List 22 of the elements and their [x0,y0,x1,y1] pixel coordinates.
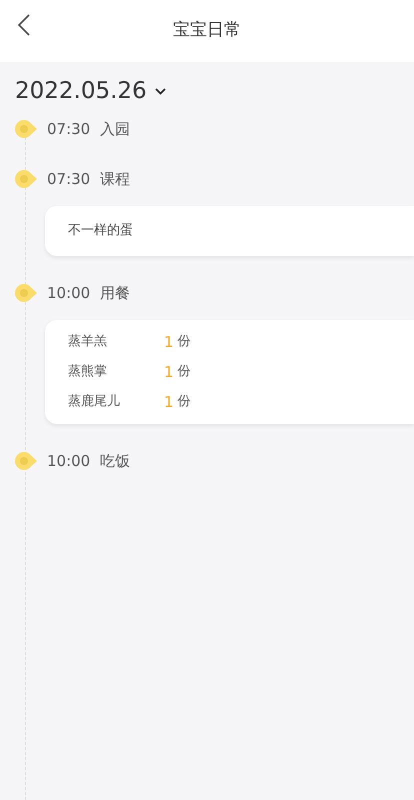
dish-name: 蒸羊羔 [68,333,108,352]
dish-quantity: 1 [164,392,174,413]
dish-unit: 份 [178,363,191,382]
dish-name: 蒸鹿尾儿 [68,393,121,412]
dish-unit: 份 [178,333,191,352]
event-time: 10:00 [47,282,90,304]
event-title: 课程 [100,168,130,190]
event-time: 07:30 [47,168,90,190]
page-title: 宝宝日常 [173,19,241,42]
dish-name: 蒸熊掌 [68,363,108,382]
event-title: 用餐 [100,282,130,304]
dish-unit: 份 [178,393,191,412]
dish-quantity: 1 [164,332,174,353]
dish-quantity: 1 [164,362,174,383]
event-title: 吃饭 [100,450,130,472]
date-picker[interactable]: 2022.05.26 [15,76,166,106]
event-title: 入园 [100,118,130,140]
back-icon [18,14,30,36]
event-time: 10:00 [47,450,90,472]
chevron-down-icon [154,88,166,94]
note-text: 不一样的蛋 [68,222,133,240]
event-time: 07:30 [47,118,90,140]
